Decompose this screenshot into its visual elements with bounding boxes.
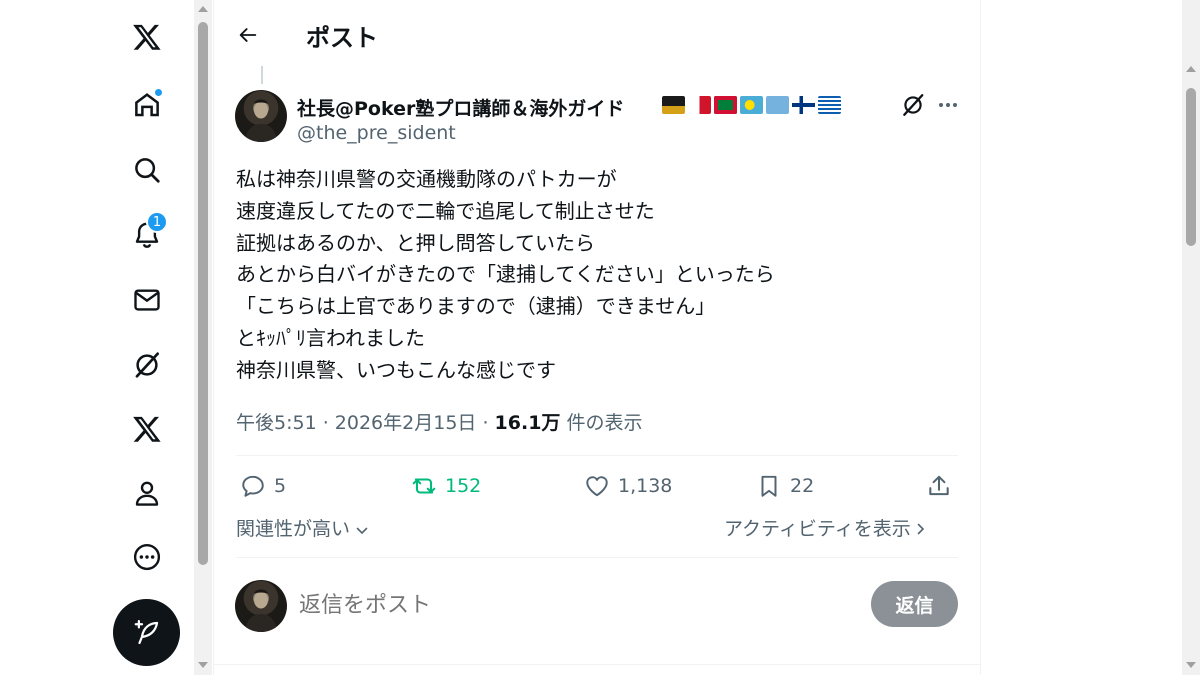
compose-feather-icon [134, 619, 158, 644]
scrollbar-thumb[interactable] [1186, 88, 1196, 246]
author-name[interactable]: 社長@Poker塾プロ講師＆海外ガイド [297, 94, 624, 121]
back-button[interactable] [230, 17, 266, 53]
sort-relevance-label: 関連性が高い [236, 518, 351, 540]
nav-scrollbar[interactable] [194, 0, 212, 675]
bookmark-count: 22 [790, 475, 815, 497]
scrollbar-thumb[interactable] [198, 22, 208, 565]
view-activity-link[interactable]: アクティビティを表示 [724, 514, 925, 541]
more-circle-icon[interactable] [112, 532, 182, 582]
author-avatar[interactable] [235, 90, 287, 142]
reply-input[interactable] [299, 588, 779, 622]
profile-icon[interactable] [112, 468, 182, 518]
more-options-icon[interactable] [934, 92, 962, 118]
search-icon[interactable] [112, 145, 182, 195]
chevron-down-icon [356, 527, 368, 535]
post-meta: 午後5:51 · 2026年2月15日 · 16.1万 件の表示 [236, 408, 642, 435]
arrow-left-icon [239, 28, 257, 42]
like-action[interactable]: 1,138 [584, 470, 672, 502]
graduation-cap-emoji [662, 96, 685, 114]
bookmark-action[interactable]: 22 [756, 470, 814, 502]
divider [214, 664, 980, 665]
grok-explain-icon[interactable] [900, 92, 926, 118]
view-activity-label: アクティビティを表示 [724, 518, 911, 540]
home-icon[interactable] [112, 80, 182, 130]
reply-icon [242, 475, 264, 497]
post-text: 私は神奈川県警の交通機動隊のパトカーが 速度違反してたので二輪で追尾して制止させ… [236, 167, 775, 382]
thread-connector [261, 66, 263, 84]
sort-relevance-dropdown[interactable]: 関連性が高い [236, 514, 368, 541]
premium-x-icon[interactable] [112, 404, 182, 454]
reply-action[interactable]: 5 [240, 470, 286, 502]
chevron-right-icon [917, 523, 924, 535]
page-scrollbar[interactable] [1182, 0, 1200, 675]
heart-icon [586, 476, 608, 497]
messages-icon[interactable] [112, 275, 182, 325]
scroll-down-arrow[interactable] [198, 662, 208, 668]
flag-malta-icon [688, 96, 711, 114]
flag-maldives-icon [714, 96, 737, 114]
reply-submit-button[interactable]: 返信 [871, 581, 958, 627]
scroll-down-arrow[interactable] [1186, 662, 1196, 668]
compose-button[interactable] [113, 599, 180, 666]
views-count: 16.1万 [494, 412, 561, 434]
bookmark-icon [761, 475, 777, 497]
author-handle[interactable]: @the_pre_sident [297, 122, 456, 144]
notification-dot [154, 88, 163, 97]
like-count: 1,138 [618, 475, 673, 497]
main-column: ポスト 社長@Poker塾プロ講師＆海外ガイド @the_pre_sident … [213, 0, 981, 675]
reply-count: 5 [274, 475, 287, 497]
page-header: ポスト [214, 0, 980, 68]
views-label: 件の表示 [560, 412, 643, 434]
divider [236, 557, 958, 558]
notifications-badge: 1 [146, 211, 168, 233]
name-emojis [662, 96, 841, 114]
post-timestamp[interactable]: 午後5:51 · 2026年2月15日 · [236, 412, 495, 434]
share-action[interactable] [926, 470, 952, 502]
left-nav [112, 0, 182, 675]
grok-icon[interactable] [112, 340, 182, 390]
flag-micronesia-icon [766, 96, 789, 114]
share-icon [929, 475, 949, 496]
divider [236, 455, 958, 456]
flag-palau-icon [740, 96, 763, 114]
current-user-avatar[interactable] [235, 580, 287, 632]
repost-count: 152 [445, 475, 482, 497]
flag-greece-icon [818, 96, 841, 114]
repost-icon [412, 478, 436, 494]
flag-finland-icon [792, 96, 815, 114]
scroll-up-arrow[interactable] [198, 6, 208, 12]
scroll-up-arrow[interactable] [1186, 66, 1196, 72]
x-logo-icon[interactable] [112, 12, 182, 62]
repost-action[interactable]: 152 [411, 470, 481, 502]
page-title: ポスト [306, 24, 378, 52]
